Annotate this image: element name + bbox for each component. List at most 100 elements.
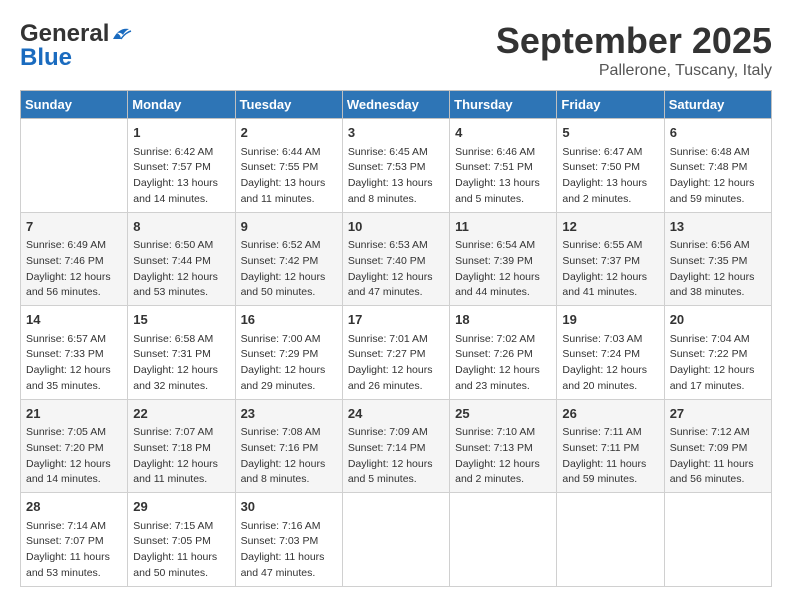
- calendar-cell: 7Sunrise: 6:49 AM Sunset: 7:46 PM Daylig…: [21, 212, 128, 306]
- day-number: 10: [348, 217, 444, 237]
- calendar-cell: 27Sunrise: 7:12 AM Sunset: 7:09 PM Dayli…: [664, 399, 771, 493]
- weekday-header-sunday: Sunday: [21, 91, 128, 119]
- day-content: Sunrise: 7:16 AM Sunset: 7:03 PM Dayligh…: [241, 519, 337, 582]
- location-subtitle: Pallerone, Tuscany, Italy: [496, 62, 772, 80]
- calendar-week-row: 14Sunrise: 6:57 AM Sunset: 7:33 PM Dayli…: [21, 306, 772, 400]
- day-content: Sunrise: 7:11 AM Sunset: 7:11 PM Dayligh…: [562, 425, 658, 488]
- calendar-cell: 25Sunrise: 7:10 AM Sunset: 7:13 PM Dayli…: [450, 399, 557, 493]
- day-number: 22: [133, 404, 229, 424]
- calendar-cell: 17Sunrise: 7:01 AM Sunset: 7:27 PM Dayli…: [342, 306, 449, 400]
- day-number: 7: [26, 217, 122, 237]
- calendar-cell: [450, 493, 557, 587]
- day-content: Sunrise: 6:47 AM Sunset: 7:50 PM Dayligh…: [562, 145, 658, 208]
- weekday-header-tuesday: Tuesday: [235, 91, 342, 119]
- calendar-cell: 14Sunrise: 6:57 AM Sunset: 7:33 PM Dayli…: [21, 306, 128, 400]
- calendar-cell: 29Sunrise: 7:15 AM Sunset: 7:05 PM Dayli…: [128, 493, 235, 587]
- calendar-cell: 20Sunrise: 7:04 AM Sunset: 7:22 PM Dayli…: [664, 306, 771, 400]
- day-content: Sunrise: 6:49 AM Sunset: 7:46 PM Dayligh…: [26, 238, 122, 301]
- day-number: 24: [348, 404, 444, 424]
- calendar-cell: [21, 119, 128, 213]
- day-content: Sunrise: 7:08 AM Sunset: 7:16 PM Dayligh…: [241, 425, 337, 488]
- day-number: 13: [670, 217, 766, 237]
- day-number: 6: [670, 123, 766, 143]
- page-header: General Blue September 2025 Pallerone, T…: [20, 20, 772, 80]
- calendar-cell: 30Sunrise: 7:16 AM Sunset: 7:03 PM Dayli…: [235, 493, 342, 587]
- day-number: 11: [455, 217, 551, 237]
- day-content: Sunrise: 6:48 AM Sunset: 7:48 PM Dayligh…: [670, 145, 766, 208]
- calendar-cell: 23Sunrise: 7:08 AM Sunset: 7:16 PM Dayli…: [235, 399, 342, 493]
- day-number: 3: [348, 123, 444, 143]
- day-number: 8: [133, 217, 229, 237]
- day-content: Sunrise: 6:44 AM Sunset: 7:55 PM Dayligh…: [241, 145, 337, 208]
- month-title: September 2025: [496, 20, 772, 62]
- day-number: 28: [26, 497, 122, 517]
- calendar-cell: 6Sunrise: 6:48 AM Sunset: 7:48 PM Daylig…: [664, 119, 771, 213]
- weekday-header-row: SundayMondayTuesdayWednesdayThursdayFrid…: [21, 91, 772, 119]
- calendar-cell: 13Sunrise: 6:56 AM Sunset: 7:35 PM Dayli…: [664, 212, 771, 306]
- calendar-cell: 9Sunrise: 6:52 AM Sunset: 7:42 PM Daylig…: [235, 212, 342, 306]
- calendar-cell: 22Sunrise: 7:07 AM Sunset: 7:18 PM Dayli…: [128, 399, 235, 493]
- day-number: 9: [241, 217, 337, 237]
- calendar-cell: [557, 493, 664, 587]
- calendar-week-row: 1Sunrise: 6:42 AM Sunset: 7:57 PM Daylig…: [21, 119, 772, 213]
- weekday-header-friday: Friday: [557, 91, 664, 119]
- calendar-cell: 16Sunrise: 7:00 AM Sunset: 7:29 PM Dayli…: [235, 306, 342, 400]
- day-number: 16: [241, 310, 337, 330]
- day-content: Sunrise: 6:53 AM Sunset: 7:40 PM Dayligh…: [348, 238, 444, 301]
- calendar-cell: 1Sunrise: 6:42 AM Sunset: 7:57 PM Daylig…: [128, 119, 235, 213]
- day-content: Sunrise: 7:05 AM Sunset: 7:20 PM Dayligh…: [26, 425, 122, 488]
- day-number: 26: [562, 404, 658, 424]
- calendar-week-row: 28Sunrise: 7:14 AM Sunset: 7:07 PM Dayli…: [21, 493, 772, 587]
- day-number: 12: [562, 217, 658, 237]
- day-content: Sunrise: 6:56 AM Sunset: 7:35 PM Dayligh…: [670, 238, 766, 301]
- day-content: Sunrise: 7:02 AM Sunset: 7:26 PM Dayligh…: [455, 332, 551, 395]
- calendar-cell: 12Sunrise: 6:55 AM Sunset: 7:37 PM Dayli…: [557, 212, 664, 306]
- weekday-header-saturday: Saturday: [664, 91, 771, 119]
- day-content: Sunrise: 6:55 AM Sunset: 7:37 PM Dayligh…: [562, 238, 658, 301]
- day-number: 15: [133, 310, 229, 330]
- day-number: 21: [26, 404, 122, 424]
- calendar-week-row: 7Sunrise: 6:49 AM Sunset: 7:46 PM Daylig…: [21, 212, 772, 306]
- calendar-cell: 24Sunrise: 7:09 AM Sunset: 7:14 PM Dayli…: [342, 399, 449, 493]
- weekday-header-monday: Monday: [128, 91, 235, 119]
- day-content: Sunrise: 7:09 AM Sunset: 7:14 PM Dayligh…: [348, 425, 444, 488]
- day-content: Sunrise: 7:00 AM Sunset: 7:29 PM Dayligh…: [241, 332, 337, 395]
- day-content: Sunrise: 6:52 AM Sunset: 7:42 PM Dayligh…: [241, 238, 337, 301]
- day-number: 5: [562, 123, 658, 143]
- day-content: Sunrise: 7:04 AM Sunset: 7:22 PM Dayligh…: [670, 332, 766, 395]
- calendar-cell: 8Sunrise: 6:50 AM Sunset: 7:44 PM Daylig…: [128, 212, 235, 306]
- calendar-cell: [342, 493, 449, 587]
- day-content: Sunrise: 7:01 AM Sunset: 7:27 PM Dayligh…: [348, 332, 444, 395]
- calendar-cell: 26Sunrise: 7:11 AM Sunset: 7:11 PM Dayli…: [557, 399, 664, 493]
- day-number: 2: [241, 123, 337, 143]
- calendar-cell: 2Sunrise: 6:44 AM Sunset: 7:55 PM Daylig…: [235, 119, 342, 213]
- day-content: Sunrise: 6:57 AM Sunset: 7:33 PM Dayligh…: [26, 332, 122, 395]
- day-content: Sunrise: 7:14 AM Sunset: 7:07 PM Dayligh…: [26, 519, 122, 582]
- weekday-header-wednesday: Wednesday: [342, 91, 449, 119]
- day-number: 27: [670, 404, 766, 424]
- day-content: Sunrise: 7:15 AM Sunset: 7:05 PM Dayligh…: [133, 519, 229, 582]
- day-number: 17: [348, 310, 444, 330]
- day-content: Sunrise: 7:10 AM Sunset: 7:13 PM Dayligh…: [455, 425, 551, 488]
- day-content: Sunrise: 6:50 AM Sunset: 7:44 PM Dayligh…: [133, 238, 229, 301]
- day-number: 14: [26, 310, 122, 330]
- day-number: 4: [455, 123, 551, 143]
- day-content: Sunrise: 6:42 AM Sunset: 7:57 PM Dayligh…: [133, 145, 229, 208]
- day-content: Sunrise: 6:54 AM Sunset: 7:39 PM Dayligh…: [455, 238, 551, 301]
- day-content: Sunrise: 6:45 AM Sunset: 7:53 PM Dayligh…: [348, 145, 444, 208]
- logo-blue: Blue: [20, 44, 72, 72]
- logo-bird-icon: [111, 25, 133, 43]
- day-content: Sunrise: 7:07 AM Sunset: 7:18 PM Dayligh…: [133, 425, 229, 488]
- day-content: Sunrise: 7:03 AM Sunset: 7:24 PM Dayligh…: [562, 332, 658, 395]
- calendar-cell: 5Sunrise: 6:47 AM Sunset: 7:50 PM Daylig…: [557, 119, 664, 213]
- weekday-header-thursday: Thursday: [450, 91, 557, 119]
- day-number: 30: [241, 497, 337, 517]
- calendar-table: SundayMondayTuesdayWednesdayThursdayFrid…: [20, 90, 772, 587]
- calendar-week-row: 21Sunrise: 7:05 AM Sunset: 7:20 PM Dayli…: [21, 399, 772, 493]
- day-content: Sunrise: 6:58 AM Sunset: 7:31 PM Dayligh…: [133, 332, 229, 395]
- calendar-cell: 10Sunrise: 6:53 AM Sunset: 7:40 PM Dayli…: [342, 212, 449, 306]
- calendar-cell: 19Sunrise: 7:03 AM Sunset: 7:24 PM Dayli…: [557, 306, 664, 400]
- day-number: 25: [455, 404, 551, 424]
- calendar-cell: 15Sunrise: 6:58 AM Sunset: 7:31 PM Dayli…: [128, 306, 235, 400]
- calendar-cell: [664, 493, 771, 587]
